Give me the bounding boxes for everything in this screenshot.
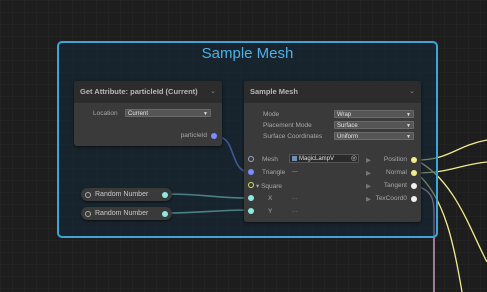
square-label: ▾ Square <box>256 182 282 190</box>
placement-mode-dropdown[interactable]: Surface ▼ <box>334 121 414 129</box>
position-expand-icon[interactable]: ▶ <box>366 156 371 164</box>
context-title: Sample Mesh <box>201 45 294 62</box>
mesh-asset-icon <box>292 156 297 161</box>
square-input-port[interactable] <box>248 182 254 188</box>
surface-coordinates-label: Surface Coordinates <box>263 133 323 140</box>
get-attribute-node[interactable]: Get Attribute: particleId (Current) ⌄ Lo… <box>74 81 222 146</box>
placement-mode-value: Surface <box>337 123 358 129</box>
position-label: Position <box>383 156 407 163</box>
x-input-port[interactable] <box>248 195 254 201</box>
chevron-down-icon[interactable]: ⌄ <box>409 81 415 103</box>
mesh-label: Mesh <box>262 156 278 163</box>
position-output-port[interactable] <box>411 157 417 163</box>
mode-dropdown[interactable]: Wrap ▼ <box>334 110 414 118</box>
dropdown-arrow-icon: ▼ <box>203 111 208 117</box>
surface-coordinates-value: Uniform <box>337 134 359 140</box>
chevron-down-icon[interactable]: ⌄ <box>210 81 216 103</box>
sample-mesh-header[interactable]: Sample Mesh ⌄ <box>244 81 421 103</box>
mesh-input-port[interactable] <box>248 156 254 162</box>
object-picker-icon[interactable]: ◎ <box>351 155 357 163</box>
y-label: Y <box>268 208 273 215</box>
tangent-output-port[interactable] <box>411 183 417 189</box>
get-attribute-header[interactable]: Get Attribute: particleId (Current) ⌄ <box>74 81 222 103</box>
normal-output-port[interactable] <box>411 170 417 176</box>
triangle-input-port[interactable] <box>248 169 254 175</box>
triangle-value: — <box>292 169 298 175</box>
location-dropdown[interactable]: Current ▼ <box>125 109 211 117</box>
texcoord0-output-port[interactable] <box>411 196 417 202</box>
mode-value: Wrap <box>337 112 352 118</box>
dropdown-arrow-icon: ▼ <box>406 134 411 140</box>
location-value: Current <box>128 111 149 117</box>
get-attribute-title: Get Attribute: particleId (Current) <box>80 87 198 96</box>
mode-label: Mode <box>263 111 280 118</box>
x-label: X <box>268 195 273 202</box>
random-input-port[interactable] <box>85 192 91 198</box>
tangent-label: Tangent <box>383 182 407 189</box>
texcoord0-label: TexCoord0 <box>375 195 407 202</box>
dropdown-arrow-icon: ▼ <box>406 112 411 118</box>
random-output-port[interactable] <box>162 192 168 198</box>
x-field[interactable]: ... <box>292 194 297 201</box>
y-field[interactable]: ... <box>292 207 297 214</box>
placement-mode-label: Placement Mode <box>263 122 312 129</box>
texcoord0-expand-icon[interactable]: ▶ <box>366 195 371 203</box>
particleid-label: particleId <box>180 132 207 139</box>
collapse-arrow-icon[interactable]: ▾ <box>256 183 259 190</box>
random-output-port[interactable] <box>162 211 168 217</box>
triangle-label: Triangle <box>262 169 286 176</box>
square-text: Square <box>261 183 283 190</box>
random-number-node[interactable]: Random Number <box>81 207 172 220</box>
random-number-node[interactable]: Random Number <box>81 188 172 201</box>
tangent-expand-icon[interactable]: ▶ <box>366 182 371 190</box>
particleid-output-port[interactable] <box>211 133 217 139</box>
dropdown-arrow-icon: ▼ <box>406 123 411 129</box>
normal-expand-icon[interactable]: ▶ <box>366 169 371 177</box>
sample-mesh-title: Sample Mesh <box>250 87 298 96</box>
normal-label: Normal <box>386 169 407 176</box>
surface-coordinates-dropdown[interactable]: Uniform ▼ <box>334 132 414 140</box>
random-number-label: Random Number <box>95 191 149 198</box>
mesh-value: MagicLampV <box>299 156 335 162</box>
random-number-label: Random Number <box>95 210 149 217</box>
location-label: Location <box>93 110 118 117</box>
mesh-object-field[interactable]: MagicLampV ◎ <box>289 154 359 163</box>
sample-mesh-node[interactable]: Sample Mesh ⌄ Mode Wrap ▼ Placement Mode … <box>244 81 421 222</box>
y-input-port[interactable] <box>248 208 254 214</box>
random-input-port[interactable] <box>85 211 91 217</box>
